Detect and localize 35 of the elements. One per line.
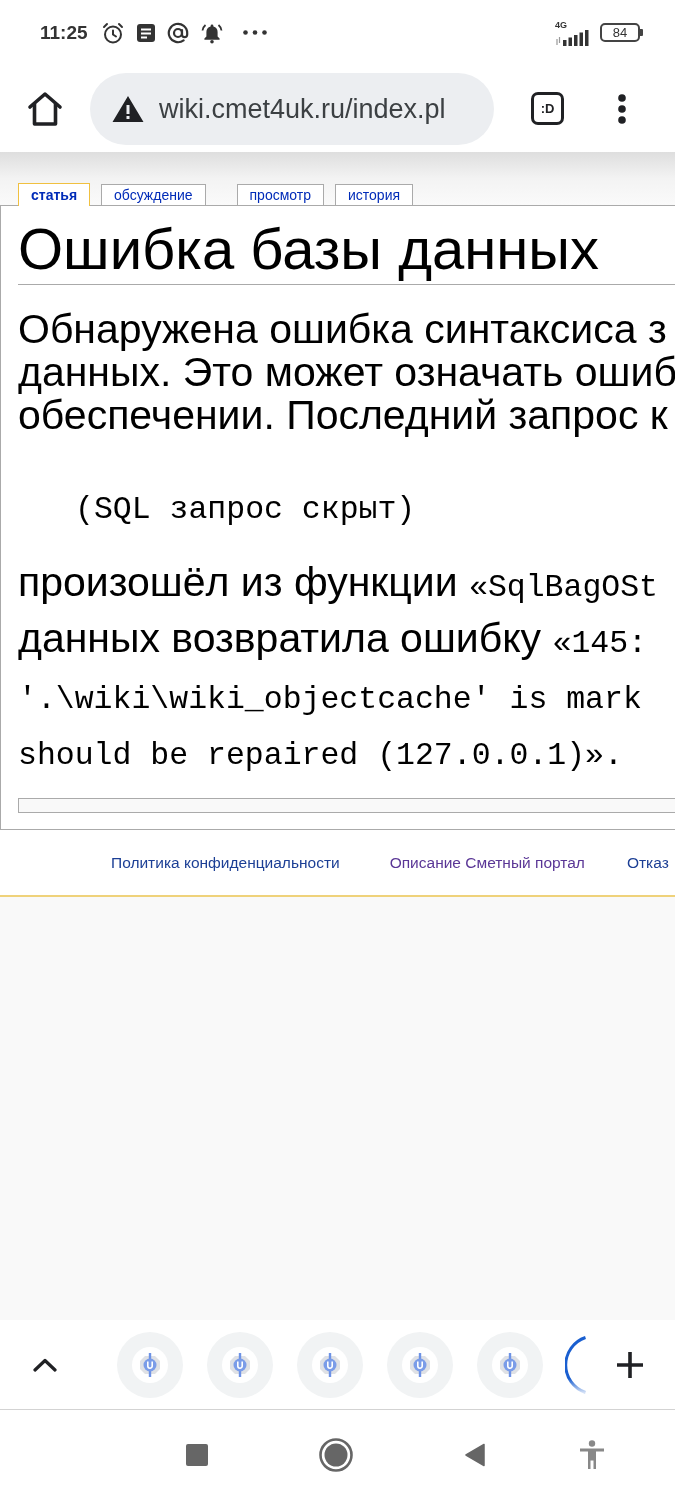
tab-switcher-button[interactable]: :D: [531, 92, 564, 125]
plus-icon[interactable]: [617, 1351, 643, 1378]
u-shape-icon: [312, 1346, 348, 1383]
status-time: 11:25: [40, 21, 88, 44]
home-icon[interactable]: [27, 90, 63, 127]
chevron-up-icon[interactable]: [33, 1357, 57, 1372]
back-icon[interactable]: [465, 1443, 485, 1467]
footer-link[interactable]: Отказ: [626, 853, 669, 872]
u-shape-icon: [132, 1346, 168, 1383]
footer-link[interactable]: Политика конфиденциальности: [111, 853, 340, 872]
menu-icon[interactable]: [618, 93, 626, 124]
battery-indicator: 84: [600, 23, 643, 42]
loading-spinner-icon[interactable]: [565, 1335, 587, 1394]
error-message: Обнаружена ошибка синтаксиса з данных. Это может означать ошиб обеспечении. Последний запрос к: [18, 308, 675, 437]
at-sign-icon: [166, 21, 189, 44]
signal-bars-icon: [555, 29, 589, 46]
address-bar[interactable]: wiki.cmet4uk.ru/index.pl: [90, 72, 494, 145]
footer-link[interactable]: Описание Сметный портал: [389, 853, 585, 872]
u-shape-icon: [222, 1346, 258, 1383]
network-type: 4G: [555, 19, 567, 30]
page-heading: Ошибка базы данных: [18, 216, 675, 285]
more-dots-icon: [242, 30, 267, 35]
page-tab[interactable]: статья: [18, 183, 91, 206]
page-tab[interactable]: обсуждение: [101, 184, 206, 205]
u-shape-icon: [492, 1346, 528, 1383]
u-shape-icon: [402, 1346, 438, 1383]
home-circle-icon[interactable]: [319, 1438, 353, 1472]
error-origin: произошёл из функции «SqlBagOSt данных возвратила ошибку «145: '.\wiki\wiki_objectcache' is mark should be repaired (127.0.0.1)».: [18, 558, 659, 775]
sql-query: (SQL запрос скрыт): [75, 491, 417, 529]
warning-icon: [112, 94, 144, 123]
alarm-clock-icon: [101, 21, 124, 44]
page-tab[interactable]: история: [335, 184, 414, 205]
accessibility-icon[interactable]: [579, 1440, 605, 1470]
page-tab[interactable]: просмотр: [236, 184, 324, 205]
message-icon: [135, 22, 156, 43]
